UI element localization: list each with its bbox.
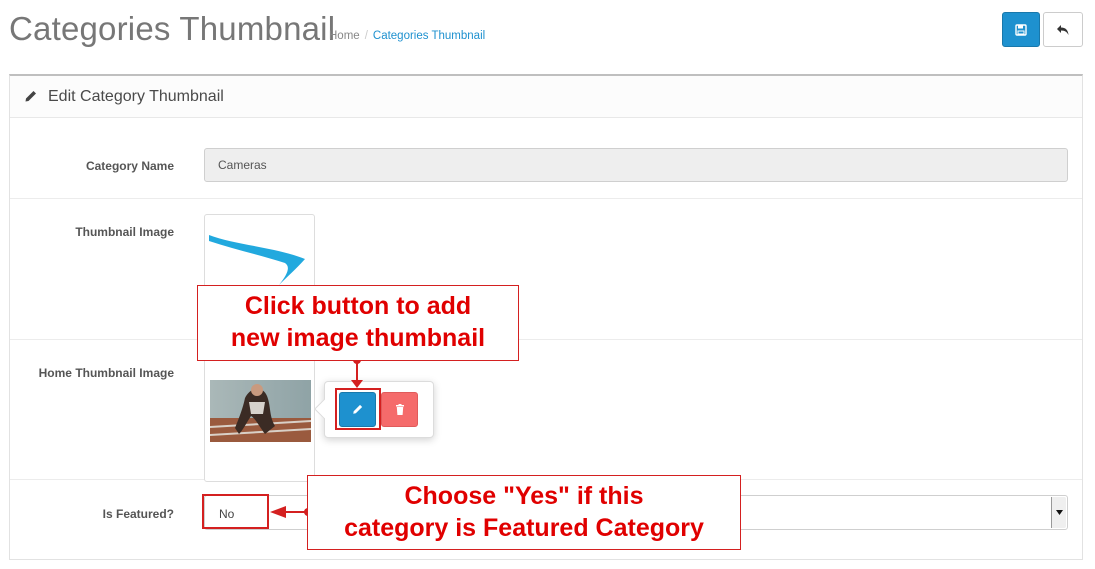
add-image-callout: Click button to add new image thumbnail xyxy=(197,285,519,361)
add-image-callout-line2: new image thumbnail xyxy=(230,324,486,352)
add-image-callout-line1: Click button to add xyxy=(244,292,472,320)
featured-callout: Choose "Yes" if this category is Feature… xyxy=(307,475,741,550)
featured-callout-line2: category is Featured Category xyxy=(344,514,704,542)
featured-callout-line1: Choose "Yes" if this xyxy=(404,482,644,510)
